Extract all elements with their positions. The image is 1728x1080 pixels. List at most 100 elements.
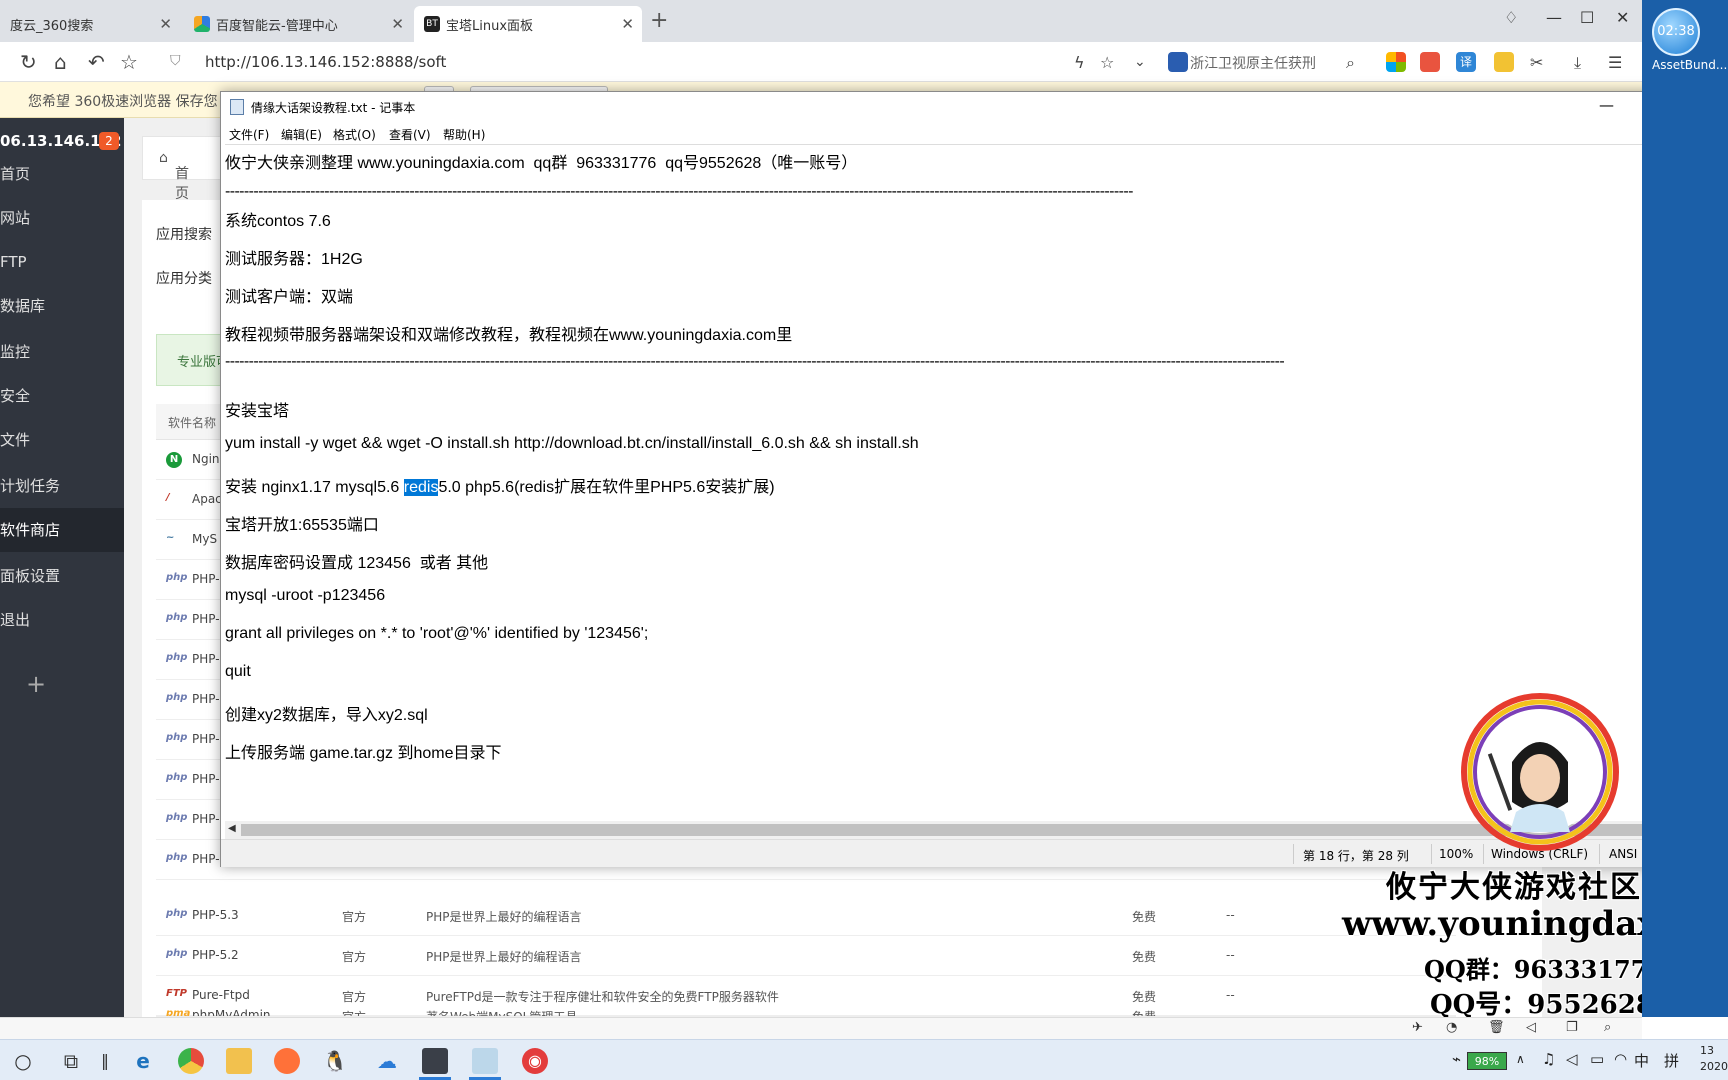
news-ticker[interactable]: 浙江卫视原主任获刑 bbox=[1190, 53, 1316, 73]
chevron-up-icon[interactable]: ∧ bbox=[1516, 1052, 1525, 1066]
battery-icon[interactable]: ▭ bbox=[1590, 1050, 1604, 1068]
text-line: yum install -y wget && wget -O install.s… bbox=[225, 435, 919, 452]
translate-icon[interactable]: 译 bbox=[1456, 52, 1476, 72]
close-icon[interactable]: ✕ bbox=[621, 15, 634, 33]
remote-desktop-icon[interactable] bbox=[422, 1048, 448, 1074]
tab-360-search[interactable]: 度云_360搜索 ✕ bbox=[0, 6, 180, 42]
close-icon[interactable]: ✕ bbox=[159, 15, 172, 33]
php-icon: php bbox=[166, 652, 188, 663]
sidebar-item-security[interactable]: 安全 bbox=[0, 374, 124, 418]
notepad-titlebar[interactable]: 倩缘大话架设教程.txt - 记事本 — ☐ ✕ bbox=[221, 92, 1711, 122]
star-icon[interactable]: ☆ bbox=[1100, 53, 1114, 72]
scissors-icon[interactable]: ✂ bbox=[1530, 53, 1543, 72]
address-bar: ↻ ⌂ ↶ ☆ ⛉ http://106.13.146.152:8888/sof… bbox=[0, 42, 1642, 82]
new-tab-icon[interactable]: + bbox=[650, 8, 668, 33]
desktop-area: 02:38 AssetBund... bbox=[1642, 0, 1728, 1017]
tab-bt-panel[interactable]: BT 宝塔Linux面板 ✕ bbox=[414, 6, 642, 42]
tab-baidu-cloud[interactable]: 百度智能云-管理中心 ✕ bbox=[184, 6, 412, 42]
menu-view[interactable]: 查看(V) bbox=[389, 126, 431, 143]
scrollbar-thumb[interactable] bbox=[241, 824, 1661, 836]
chrome-icon[interactable] bbox=[178, 1048, 204, 1074]
text-line: grant all privileges on *.* to 'root'@'%… bbox=[225, 625, 649, 642]
menu-file[interactable]: 文件(F) bbox=[229, 126, 269, 143]
notepad-taskbar-icon[interactable] bbox=[472, 1048, 498, 1074]
home-icon[interactable]: ⌂ bbox=[54, 50, 67, 74]
undo-icon[interactable]: ↶ bbox=[88, 50, 105, 74]
sidebar-item-ftp[interactable]: FTP bbox=[0, 240, 124, 284]
firefox-icon[interactable] bbox=[274, 1048, 300, 1074]
apps-icon[interactable] bbox=[1386, 52, 1406, 72]
ime-mode-indicator[interactable]: 拼 bbox=[1664, 1050, 1679, 1071]
text-line: 安装宝塔 bbox=[225, 403, 290, 420]
add-icon[interactable]: + bbox=[26, 670, 46, 698]
divider-icon: ‖ bbox=[101, 1051, 109, 1070]
php-icon: php bbox=[166, 852, 188, 863]
sidebar-item-store[interactable]: 软件商店 bbox=[0, 508, 124, 552]
ime-indicator[interactable]: 中 bbox=[1634, 1050, 1649, 1071]
menu-format[interactable]: 格式(O) bbox=[333, 126, 376, 143]
close-icon[interactable]: ✕ bbox=[1616, 8, 1629, 27]
sidebar-item-cron[interactable]: 计划任务 bbox=[0, 464, 124, 508]
breadcrumb-home[interactable]: ⌂ 首页 bbox=[159, 150, 189, 202]
taskbar-clock[interactable]: 13 2020 bbox=[1700, 1043, 1728, 1075]
chevron-down-icon[interactable]: ⌄ bbox=[1134, 54, 1146, 70]
baidu-netdisk-icon[interactable]: ☁ bbox=[374, 1048, 400, 1074]
windows-taskbar: ○ ⧉ ‖ e 🐧 ☁ ◉ ⌁ 98% ∧ ♫ ◁ ▭ ◠ 中 拼 13 2020 bbox=[0, 1039, 1728, 1080]
table-row[interactable]: pma phpMyAdmin 官方 著名Web端MySQL管理工具 免费 bbox=[156, 1008, 1456, 1017]
scroll-left-icon[interactable]: ◀ bbox=[228, 823, 236, 834]
table-row[interactable]: php PHP-5.3 官方 PHP是世界上最好的编程语言 免费 -- bbox=[156, 896, 1456, 936]
mysql-icon: ~ bbox=[166, 532, 175, 543]
trash-icon[interactable]: 🗑 bbox=[1488, 1020, 1505, 1035]
minimize-icon[interactable]: — bbox=[1546, 8, 1562, 27]
rocket-icon[interactable]: ✈ bbox=[1412, 1020, 1423, 1035]
plug-icon[interactable]: ⌁ bbox=[1452, 1050, 1461, 1068]
sidebar-item-files[interactable]: 文件 bbox=[0, 418, 124, 462]
table-row[interactable]: php PHP-5.2 官方 PHP是世界上最好的编程语言 免费 -- bbox=[156, 936, 1456, 976]
search-icon[interactable]: ⌕ bbox=[1604, 1020, 1611, 1035]
ftp-icon: FTP bbox=[166, 988, 187, 999]
speaker-icon[interactable]: ◁ bbox=[1566, 1050, 1578, 1068]
sidebar-item-database[interactable]: 数据库 bbox=[0, 284, 124, 328]
url-input[interactable]: http://106.13.146.152:8888/soft bbox=[205, 53, 446, 71]
netease-music-icon[interactable]: ◉ bbox=[522, 1048, 548, 1074]
notification-badge[interactable]: 2 bbox=[99, 132, 119, 150]
battery-indicator[interactable]: 98% bbox=[1467, 1052, 1507, 1070]
edge-icon[interactable]: e bbox=[130, 1048, 156, 1074]
minimize-icon[interactable]: — bbox=[1599, 96, 1614, 114]
speed-icon[interactable]: ◔ bbox=[1446, 1020, 1457, 1035]
shield-icon[interactable]: ⛉ bbox=[170, 53, 181, 69]
star-icon[interactable]: ☆ bbox=[120, 50, 138, 74]
sidebar-item-home[interactable]: 首页 bbox=[0, 152, 124, 196]
text-line: 创建xy2数据库，导入xy2.sql bbox=[225, 707, 428, 724]
desktop-file-label[interactable]: AssetBund... bbox=[1652, 58, 1727, 72]
search-icon[interactable]: ⌕ bbox=[1346, 53, 1355, 73]
close-icon[interactable]: ✕ bbox=[391, 15, 404, 33]
maximize-icon[interactable]: ☐ bbox=[1580, 8, 1594, 27]
sidebar-item-settings[interactable]: 面板设置 bbox=[0, 554, 124, 598]
text-line: 测试客户端：双端 bbox=[225, 289, 354, 306]
reload-icon[interactable]: ↻ bbox=[20, 50, 37, 74]
qq-icon[interactable]: 🐧 bbox=[322, 1048, 348, 1074]
volume-icon[interactable]: ◁ bbox=[1526, 1020, 1536, 1035]
game-icon[interactable] bbox=[1420, 52, 1440, 72]
sidebar-item-website[interactable]: 网站 bbox=[0, 196, 124, 240]
menu-help[interactable]: 帮助(H) bbox=[443, 126, 485, 143]
clock-widget[interactable]: 02:38 bbox=[1652, 8, 1700, 56]
menu-icon[interactable]: ☰ bbox=[1608, 53, 1622, 72]
cortana-icon[interactable]: ○ bbox=[10, 1048, 36, 1074]
file-explorer-icon[interactable] bbox=[226, 1048, 252, 1074]
download-icon[interactable]: ⤓ bbox=[1574, 53, 1581, 73]
extension-icon[interactable] bbox=[1494, 52, 1514, 72]
lightning-icon[interactable]: ϟ bbox=[1074, 53, 1085, 72]
sidebar-item-monitor[interactable]: 监控 bbox=[0, 330, 124, 374]
task-view-icon[interactable]: ⧉ bbox=[58, 1048, 84, 1074]
microphone-icon[interactable]: ♫ bbox=[1542, 1050, 1555, 1068]
menu-edit[interactable]: 编辑(E) bbox=[281, 126, 322, 143]
wifi-icon[interactable]: ◠ bbox=[1614, 1050, 1627, 1068]
notepad-icon bbox=[230, 99, 244, 115]
sidebar-item-logout[interactable]: 退出 bbox=[0, 598, 124, 642]
separator-line: ----------------------------------------… bbox=[225, 353, 1285, 370]
text-line: mysql -uroot -p123456 bbox=[225, 587, 386, 604]
window-icon[interactable]: ❐ bbox=[1566, 1020, 1578, 1035]
shirt-skin-icon[interactable]: ♢ bbox=[1504, 8, 1518, 27]
